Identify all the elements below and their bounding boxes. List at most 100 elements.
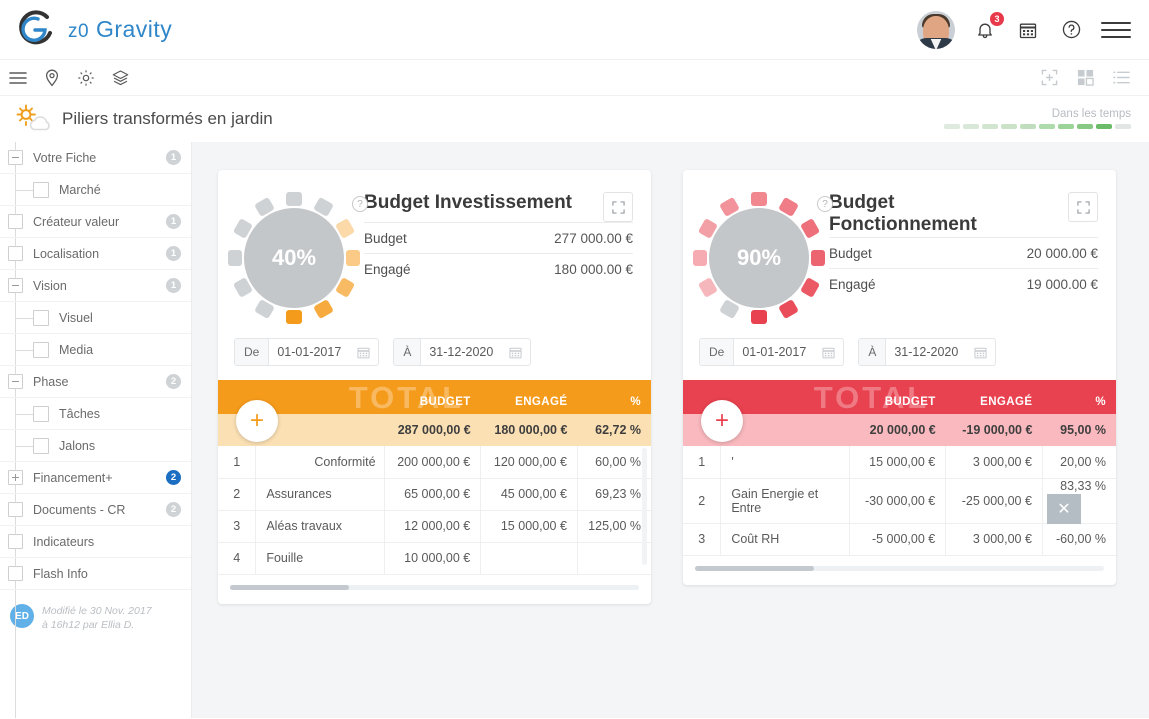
row-engage[interactable]: 3 000,00 € bbox=[945, 523, 1043, 556]
calendar-icon[interactable] bbox=[357, 339, 378, 365]
date-to-input[interactable]: 31-12-2020 bbox=[421, 339, 510, 365]
row-name[interactable]: ' bbox=[720, 446, 850, 479]
row-budget[interactable]: -5 000,00 € bbox=[848, 523, 946, 556]
location-pin-icon[interactable] bbox=[42, 68, 62, 88]
bell-icon[interactable]: 3 bbox=[972, 11, 1004, 43]
row-percent[interactable]: -60,00 % bbox=[1041, 523, 1116, 556]
row-percent[interactable] bbox=[576, 542, 651, 575]
row-engage[interactable] bbox=[480, 542, 578, 575]
row-percent[interactable]: 20,00 % bbox=[1041, 446, 1116, 479]
node-toggle-none[interactable] bbox=[33, 437, 49, 454]
sidebar-item-march[interactable]: Marché bbox=[0, 174, 191, 206]
scrollbar-thumb[interactable] bbox=[230, 584, 349, 590]
calendar-icon[interactable] bbox=[509, 339, 530, 365]
node-toggle-minus[interactable] bbox=[8, 150, 23, 165]
node-toggle-none[interactable] bbox=[8, 502, 23, 517]
date-from-input[interactable]: 01-01-2017 bbox=[734, 339, 823, 365]
sidebar-item-localisation[interactable]: Localisation 1 bbox=[0, 238, 191, 270]
col-budget[interactable]: BUDGET bbox=[384, 380, 481, 414]
expand-icon[interactable] bbox=[1068, 192, 1098, 222]
node-toggle-none[interactable] bbox=[8, 214, 23, 229]
row-name[interactable]: Aléas travaux bbox=[255, 510, 385, 543]
row-budget[interactable]: 65 000,00 € bbox=[383, 478, 481, 511]
date-from-control[interactable]: De 01-01-2017 bbox=[234, 338, 380, 366]
table-row[interactable]: 1 ' 15 000,00 €3 000,00 €20,00 % bbox=[683, 446, 1116, 479]
grid-view-icon[interactable] bbox=[1075, 68, 1095, 88]
row-percent[interactable]: 83,33 % ✕ bbox=[1041, 478, 1116, 524]
row-engage[interactable]: 120 000,00 € bbox=[480, 446, 578, 479]
node-toggle-plus[interactable] bbox=[8, 470, 23, 485]
calendar-icon[interactable] bbox=[1015, 17, 1041, 43]
node-toggle-none[interactable] bbox=[33, 341, 49, 358]
row-budget[interactable]: 12 000,00 € bbox=[383, 510, 481, 543]
node-toggle-minus[interactable] bbox=[8, 374, 23, 389]
row-engage[interactable]: 45 000,00 € bbox=[480, 478, 578, 511]
col-engage[interactable]: ENGAGÉ bbox=[946, 380, 1043, 414]
date-to-control[interactable]: À 31-12-2020 bbox=[393, 338, 532, 366]
row-name[interactable]: Conformité bbox=[255, 446, 385, 479]
table-row[interactable]: 3 Coût RH -5 000,00 €3 000,00 € -60,00 % bbox=[683, 523, 1116, 556]
list-menu-icon[interactable] bbox=[8, 68, 28, 88]
row-budget[interactable]: -30 000,00 € bbox=[848, 478, 946, 524]
horizontal-scrollbar[interactable] bbox=[230, 584, 639, 590]
col-percent[interactable]: % bbox=[577, 380, 651, 414]
plus-icon[interactable]: + bbox=[236, 400, 278, 442]
row-percent[interactable]: 60,00 % bbox=[576, 446, 651, 479]
close-icon[interactable]: ✕ bbox=[1046, 493, 1081, 524]
row-budget[interactable]: 15 000,00 € bbox=[848, 446, 946, 479]
row-name[interactable]: Assurances bbox=[255, 478, 385, 511]
gear-icon[interactable] bbox=[76, 68, 96, 88]
node-toggle-none[interactable] bbox=[8, 246, 23, 261]
row-engage[interactable]: 3 000,00 € bbox=[945, 446, 1043, 479]
hamburger-menu-icon[interactable] bbox=[1101, 21, 1131, 38]
date-to-input[interactable]: 31-12-2020 bbox=[886, 339, 975, 365]
date-to-control[interactable]: À 31-12-2020 bbox=[858, 338, 997, 366]
expand-icon[interactable] bbox=[603, 192, 633, 222]
fullscreen-icon[interactable] bbox=[1039, 68, 1059, 88]
row-budget[interactable]: 10 000,00 € bbox=[383, 542, 481, 575]
row-percent[interactable]: 125,00 % bbox=[576, 510, 651, 543]
question-circle-icon[interactable] bbox=[1058, 17, 1084, 43]
col-budget[interactable]: BUDGET bbox=[849, 380, 946, 414]
sidebar-item-cr-ateur-valeur[interactable]: Créateur valeur 1 bbox=[0, 206, 191, 238]
table-row[interactable]: 3 Aléas travaux 12 000,00 €15 000,00 €125,… bbox=[218, 510, 651, 543]
row-name[interactable]: Fouille bbox=[255, 542, 385, 575]
sidebar-item-visuel[interactable]: Visuel bbox=[0, 302, 191, 334]
table-row[interactable]: 2 Gain Energie et Entre -30 000,00 € -25 00… bbox=[683, 478, 1116, 524]
date-from-control[interactable]: De 01-01-2017 bbox=[699, 338, 845, 366]
scrollbar-thumb[interactable] bbox=[695, 565, 814, 571]
row-percent[interactable]: 69,23 % bbox=[576, 478, 651, 511]
sidebar-item-vision[interactable]: Vision 1 bbox=[0, 270, 191, 302]
plus-icon[interactable]: + bbox=[701, 400, 743, 442]
col-percent[interactable]: % bbox=[1042, 380, 1116, 414]
row-name[interactable]: Gain Energie et Entre bbox=[720, 478, 850, 524]
node-toggle-minus[interactable] bbox=[8, 278, 23, 293]
question-circle-icon[interactable]: ? bbox=[352, 196, 368, 212]
sidebar-item-media[interactable]: Media bbox=[0, 334, 191, 366]
avatar[interactable] bbox=[917, 10, 955, 49]
row-name[interactable]: Coût RH bbox=[720, 523, 850, 556]
col-engage[interactable]: ENGAGÉ bbox=[481, 380, 578, 414]
layers-icon[interactable] bbox=[110, 68, 130, 88]
calendar-icon[interactable] bbox=[974, 339, 995, 365]
row-budget[interactable]: 200 000,00 € bbox=[383, 446, 481, 479]
sidebar-item-jalons[interactable]: Jalons bbox=[0, 430, 191, 462]
node-toggle-none[interactable] bbox=[33, 181, 49, 198]
horizontal-scrollbar[interactable] bbox=[695, 565, 1104, 571]
sidebar-item-phase[interactable]: Phase 2 bbox=[0, 366, 191, 398]
date-from-input[interactable]: 01-01-2017 bbox=[269, 339, 358, 365]
brand[interactable]: z0 Gravity bbox=[14, 9, 172, 51]
table-row[interactable]: 2 Assurances 65 000,00 €45 000,00 €69,23 % bbox=[218, 478, 651, 511]
sidebar-item-flash-info[interactable]: Flash Info bbox=[0, 558, 191, 590]
table-row[interactable]: 4 Fouille 10 000,00 € bbox=[218, 542, 651, 575]
sidebar-item-indicateurs[interactable]: Indicateurs bbox=[0, 526, 191, 558]
sidebar-item-votre-fiche[interactable]: Votre Fiche 1 bbox=[0, 142, 191, 174]
calendar-icon[interactable] bbox=[822, 339, 843, 365]
sidebar-item-documents-cr[interactable]: Documents - CR 2 bbox=[0, 494, 191, 526]
table-row[interactable]: 1 Conformité 200 000,00 €120 000,00 €60,00… bbox=[218, 446, 651, 479]
node-toggle-none[interactable] bbox=[33, 309, 49, 326]
node-toggle-none[interactable] bbox=[8, 534, 23, 549]
list-view-icon[interactable] bbox=[1111, 68, 1131, 88]
row-engage[interactable]: -25 000,00 € bbox=[945, 478, 1043, 524]
node-toggle-none[interactable] bbox=[33, 405, 49, 422]
